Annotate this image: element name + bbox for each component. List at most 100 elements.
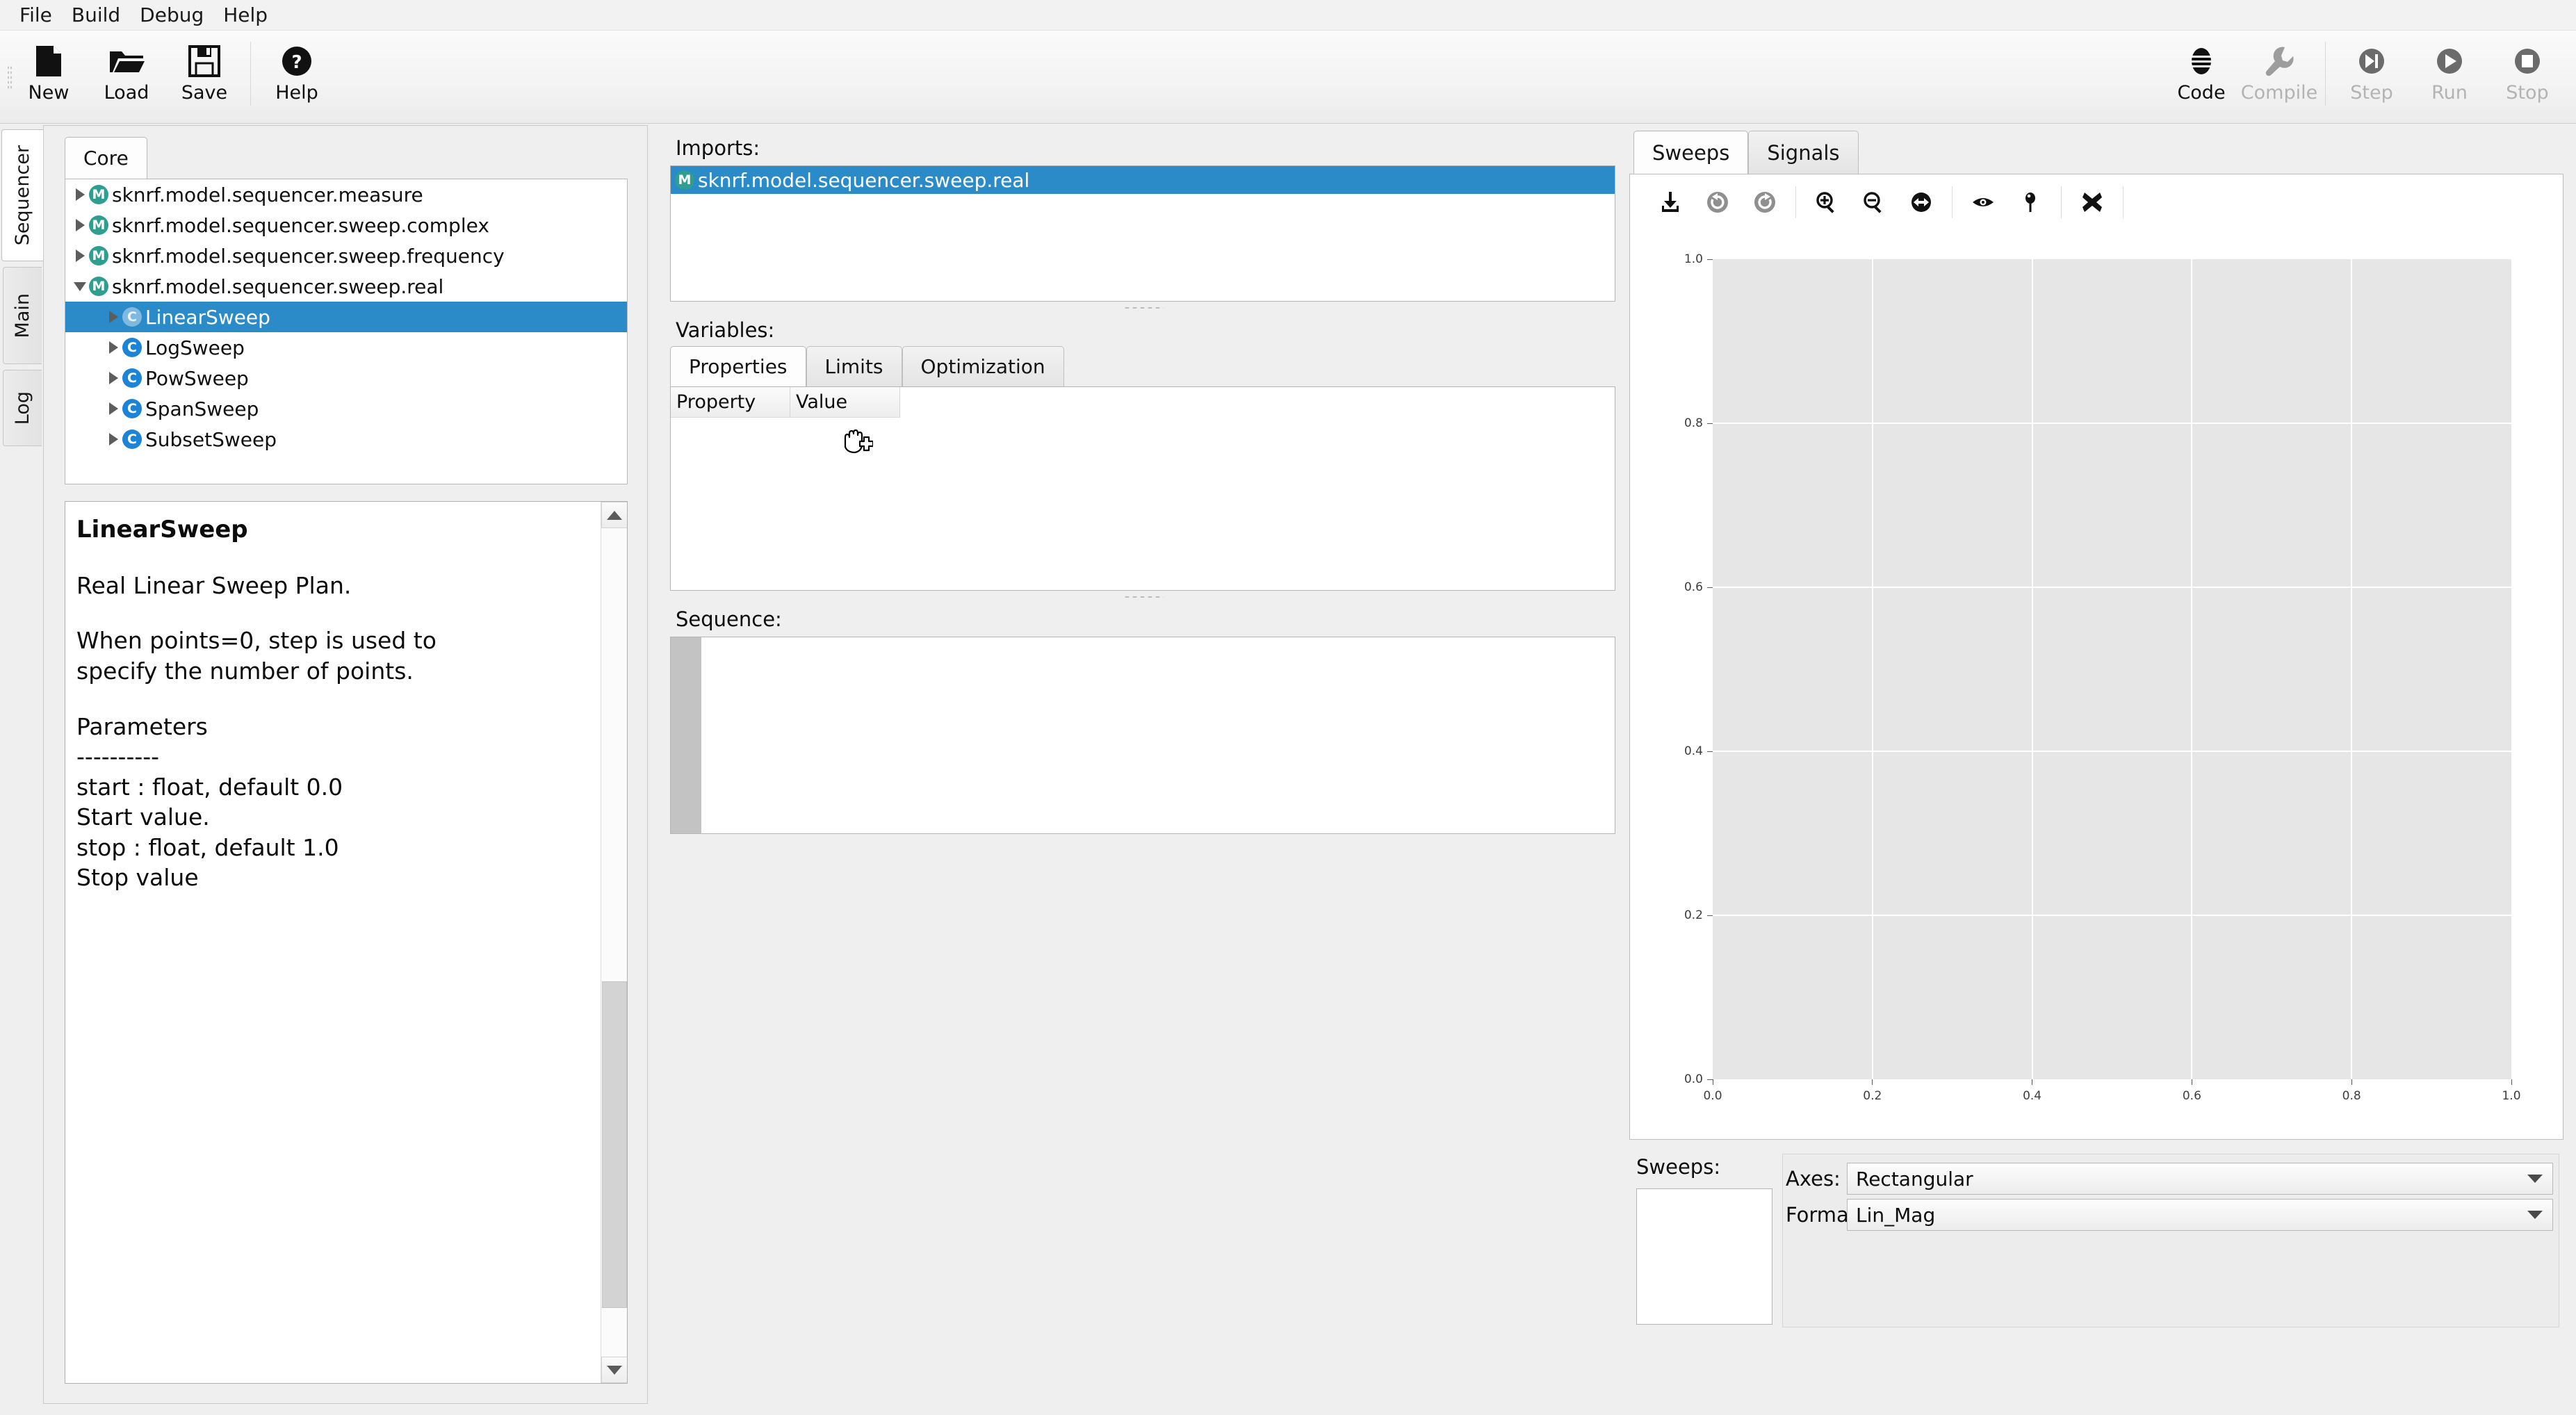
- tree-item[interactable]: C LogSweep: [65, 332, 627, 363]
- help-button[interactable]: ? Help: [258, 38, 336, 115]
- chevron-right-icon[interactable]: [104, 341, 122, 354]
- clear-x-button[interactable]: [2073, 183, 2111, 221]
- tree-item-label: sknrf.model.sequencer.sweep.real: [112, 275, 444, 298]
- class-icon: C: [122, 399, 142, 418]
- doc-line: specify the number of points.: [76, 657, 414, 685]
- tree-item-label: sknrf.model.sequencer.measure: [112, 183, 423, 206]
- run-button[interactable]: Run: [2411, 38, 2488, 115]
- vtab-log[interactable]: Log: [3, 370, 42, 446]
- chevron-right-icon[interactable]: [104, 372, 122, 384]
- stop-button[interactable]: Stop: [2488, 38, 2566, 115]
- tab-optimization[interactable]: Optimization: [902, 346, 1064, 388]
- eye-button[interactable]: [1964, 183, 2002, 221]
- module-icon: M: [89, 277, 108, 296]
- download-button[interactable]: [1652, 183, 1689, 221]
- variables-table[interactable]: Property Value: [670, 386, 1615, 591]
- documentation-scrollbar[interactable]: [601, 502, 627, 1383]
- imports-label: Imports:: [676, 136, 760, 160]
- splitter-grip-icon: [1123, 306, 1164, 309]
- x-tick-label: 0.2: [1863, 1089, 1882, 1103]
- module-class-tree[interactable]: Msknrf.model.sequencer.measure Msknrf.mod…: [65, 179, 628, 484]
- menu-item-build[interactable]: Build: [62, 0, 130, 31]
- format-value: Lin_Mag: [1856, 1203, 1936, 1227]
- sequence-list[interactable]: [670, 637, 1615, 834]
- variables-tabstrip: Properties Limits Optimization: [670, 346, 1064, 388]
- zoom-in-button[interactable]: [1808, 183, 1845, 221]
- redo-button[interactable]: [1746, 183, 1784, 221]
- chevron-right-icon[interactable]: [104, 311, 122, 323]
- import-item[interactable]: Msknrf.model.sequencer.sweep.real: [671, 166, 1615, 194]
- chevron-right-icon[interactable]: [71, 250, 89, 262]
- help-circle-icon: ?: [281, 43, 313, 79]
- left-tabstrip: Core: [65, 137, 147, 180]
- sweeps-listbox[interactable]: [1636, 1188, 1772, 1325]
- column-header-value[interactable]: Value: [790, 387, 900, 417]
- drag-drop-hand-plus-cursor: [841, 429, 874, 455]
- splitter-grip-icon: [1123, 596, 1164, 598]
- marker-pin-button[interactable]: [2012, 183, 2049, 221]
- tree-item[interactable]: Msknrf.model.sequencer.sweep.real: [65, 271, 627, 302]
- step-button-label: Step: [2350, 82, 2393, 104]
- tab-limits[interactable]: Limits: [806, 346, 902, 388]
- menu-item-help[interactable]: Help: [213, 0, 277, 31]
- tree-item[interactable]: Msknrf.model.sequencer.measure: [65, 179, 627, 210]
- plot-controls: Sweeps: Axes: Rectangular Format: Lin_Ma…: [1629, 1148, 2563, 1333]
- plot-canvas[interactable]: 0.0 0.2 0.4 0.6 0.8 1.0 0.0 0.2 0.4 0.6 0.8 1.0: [1640, 233, 2552, 1128]
- vtab-sequencer[interactable]: Sequencer: [1, 129, 43, 261]
- variables-sequence-splitter[interactable]: [656, 591, 1631, 603]
- y-tick-label: 0.0: [1684, 1072, 1703, 1086]
- new-button[interactable]: New: [10, 38, 88, 115]
- compile-button[interactable]: Compile: [2240, 38, 2318, 115]
- column-header-property[interactable]: Property: [671, 387, 790, 417]
- format-combobox[interactable]: Lin_Mag: [1847, 1199, 2553, 1231]
- stop-button-label: Stop: [2506, 82, 2549, 104]
- scroll-up-arrow-icon[interactable]: [601, 502, 627, 528]
- module-icon: M: [89, 246, 108, 265]
- plot-axes-area[interactable]: 0.0 0.2 0.4 0.6 0.8 1.0 0.0 0.2 0.4 0.6 0.8 1.0: [1684, 252, 2521, 1103]
- tree-item[interactable]: C LinearSweep: [65, 302, 627, 332]
- import-item-label: sknrf.model.sequencer.sweep.real: [698, 168, 1030, 192]
- menu-item-debug[interactable]: Debug: [130, 0, 213, 31]
- tree-item[interactable]: Msknrf.model.sequencer.sweep.complex: [65, 210, 627, 240]
- load-button[interactable]: Load: [88, 38, 165, 115]
- undo-button[interactable]: [1699, 183, 1736, 221]
- doc-line: Start value.: [76, 803, 210, 831]
- tab-signals[interactable]: Signals: [1748, 131, 1859, 175]
- step-button[interactable]: Step: [2333, 38, 2411, 115]
- tab-properties[interactable]: Properties: [670, 346, 806, 388]
- chevron-right-icon[interactable]: [71, 188, 89, 201]
- sequence-label: Sequence:: [676, 607, 782, 631]
- tree-item[interactable]: Msknrf.model.sequencer.sweep.frequency: [65, 240, 627, 271]
- zoom-out-button[interactable]: [1855, 183, 1893, 221]
- tree-item-label: sknrf.model.sequencer.sweep.frequency: [112, 244, 505, 268]
- run-button-label: Run: [2431, 82, 2468, 104]
- code-button[interactable]: Code: [2162, 38, 2240, 115]
- tree-item[interactable]: C SpanSweep: [65, 393, 627, 424]
- menu-item-file[interactable]: File: [10, 0, 62, 31]
- tree-item-label: SubsetSweep: [145, 427, 277, 451]
- load-button-label: Load: [104, 82, 149, 104]
- x-tick-mark: [2351, 1079, 2352, 1085]
- imports-list[interactable]: Msknrf.model.sequencer.sweep.real: [670, 165, 1615, 302]
- y-tick-label: 1.0: [1684, 252, 1703, 266]
- tree-item[interactable]: C SubsetSweep: [65, 424, 627, 455]
- axes-combobox[interactable]: Rectangular: [1847, 1163, 2553, 1195]
- right-plot-panel: Sweeps Signals 0.0 0.2 0.4 0.6 0.8 1.0 0.0 0.2 0.…: [1624, 125, 2569, 1404]
- save-button[interactable]: Save: [165, 38, 243, 115]
- chevron-right-icon[interactable]: [71, 219, 89, 231]
- y-tick-mark: [1707, 587, 1713, 588]
- imports-variables-splitter[interactable]: [656, 302, 1631, 314]
- chevron-down-icon[interactable]: [71, 281, 89, 291]
- toolbar-separator: [1952, 186, 1953, 218]
- tree-item-label: LinearSweep: [145, 305, 270, 329]
- chevron-right-icon[interactable]: [104, 433, 122, 445]
- chevron-right-icon[interactable]: [104, 402, 122, 415]
- tab-core[interactable]: Core: [65, 137, 147, 180]
- scrollbar-thumb[interactable]: [602, 981, 627, 1308]
- vtab-main[interactable]: Main: [3, 267, 42, 364]
- tab-sweeps[interactable]: Sweeps: [1633, 131, 1749, 175]
- scroll-down-arrow-icon[interactable]: [601, 1357, 627, 1383]
- save-disk-icon: [188, 43, 220, 79]
- pan-button[interactable]: [1902, 183, 1940, 221]
- tree-item[interactable]: C PowSweep: [65, 363, 627, 393]
